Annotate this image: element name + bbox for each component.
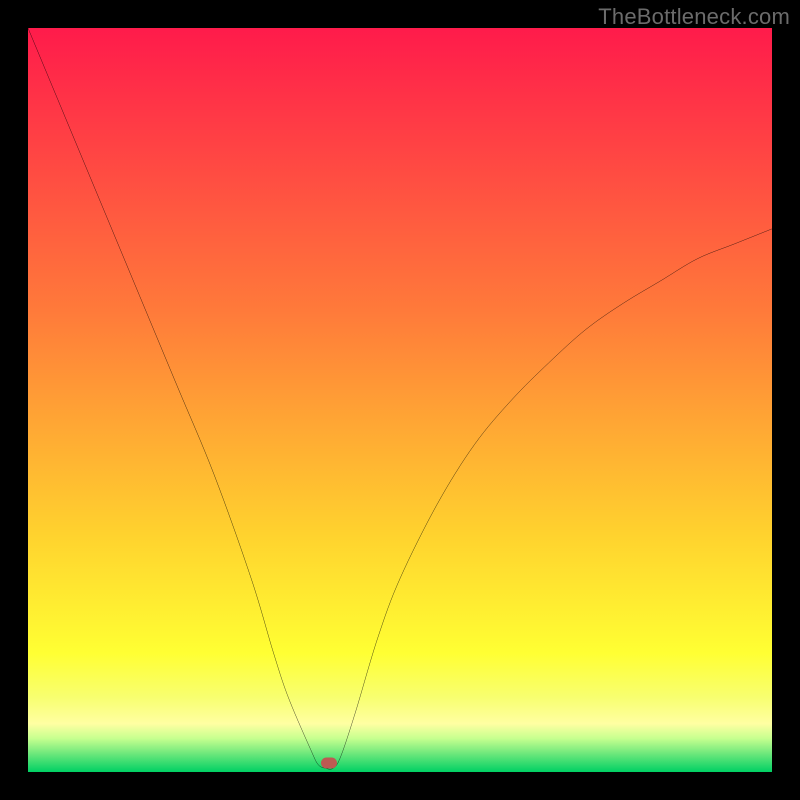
watermark-text: TheBottleneck.com xyxy=(598,4,790,30)
optimal-point-marker xyxy=(321,758,337,769)
chart-frame: TheBottleneck.com xyxy=(0,0,800,800)
bottleneck-curve xyxy=(28,28,772,772)
plot-area xyxy=(28,28,772,772)
